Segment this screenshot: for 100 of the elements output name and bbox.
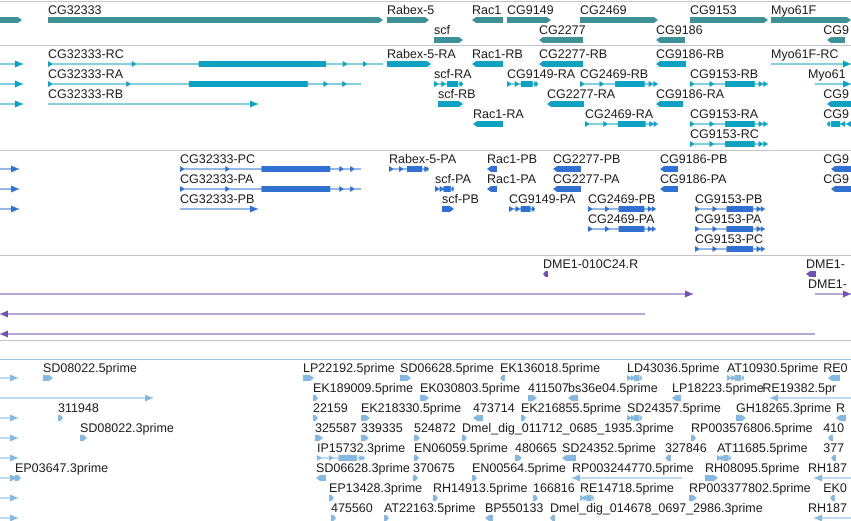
feature-label: 22159 [313, 401, 348, 415]
feature-label: Rac1-PB [487, 152, 538, 166]
feature-label: 377 [823, 441, 844, 455]
feature-label: RH08095.5prime [705, 461, 800, 475]
feature-label: 325587 [315, 421, 357, 435]
feature-label: AT22163.5prime [384, 501, 476, 515]
feature-label: CG9153-PC [695, 232, 764, 246]
feature-label: CG2277 [539, 23, 586, 37]
feature-label: EP03647.3prime [15, 461, 108, 475]
feature-label: RP003244770.5prime [572, 461, 694, 475]
feature-label: 524872 [414, 421, 456, 435]
feature-label: CG9149 [507, 3, 554, 17]
feature-label: AT11685.5prime [717, 441, 808, 455]
feature-label: R [836, 401, 846, 415]
feature-label: CG9153-RA [690, 107, 758, 121]
feature-label: RH187 [808, 461, 847, 475]
feature-label: RE0 [823, 361, 848, 375]
feature-label: LP22192.5prime [303, 361, 395, 375]
feature-label: CG9 [823, 107, 849, 121]
feature-label: CG2277-PB [553, 152, 620, 166]
feature-label: CG9186-RB [656, 47, 724, 61]
feature-label: CG32333-RA [48, 67, 124, 81]
feature-label: 411507 [528, 381, 569, 395]
feature-label: SD08022.5prime [43, 361, 137, 375]
feature-label: CG2469-RA [585, 107, 654, 121]
feature-label: 339335 [361, 421, 403, 435]
feature-label: CG9153 [690, 3, 737, 17]
feature-label: Rabex-5-RA [387, 47, 456, 61]
feature-label: CG32333-PA [180, 172, 254, 186]
feature-label: CG2469-PA [588, 212, 654, 226]
feature-label: 410 [823, 421, 844, 435]
feature-label: EK030803.5prime [420, 381, 520, 395]
feature-label: scf-PA [435, 172, 471, 186]
feature-label: CG9186-RA [656, 87, 724, 101]
feature-label: CG9186 [656, 23, 703, 37]
feature-label: CG9153-PA [695, 212, 762, 226]
feature-label: Rabex-5 [387, 3, 434, 17]
feature-label: SD24352.5prime [562, 441, 656, 455]
feature-label: IP15732.3prime [317, 441, 406, 455]
feature-label: EK136018.5prime [500, 361, 600, 375]
feature-label: CG9 [823, 87, 849, 101]
feature-label: DME1- [808, 277, 847, 291]
feature-label: 473714 [473, 401, 515, 415]
feature-label: SD24357.5prime [627, 401, 721, 415]
feature-label: CG2469-RB [580, 67, 648, 81]
feature-label: CG2277-PA [553, 172, 620, 186]
feature-label: LP18223.5prime [672, 381, 764, 395]
feature-label: CG9 [823, 152, 849, 166]
feature-label: EK189009.5prime [313, 381, 414, 395]
feature-label: 480665 [515, 441, 557, 455]
feature-label: Rac1-RB [472, 47, 523, 61]
feature-label: Dmel_dig_011712_0685_1935.3prime [462, 421, 674, 435]
feature-label: Rac1-RA [473, 107, 524, 121]
feature-label: CG9149-RA [507, 67, 576, 81]
feature-label: CG32333 [48, 3, 102, 17]
feature-label: LD43036.5prime [627, 361, 720, 375]
feature-label: SD06628.5prime [400, 361, 494, 375]
feature-label: EK0 [823, 481, 847, 495]
feature-label: SD06628.3prime [316, 461, 410, 475]
feature-label: CG2277-RA [547, 87, 616, 101]
feature-label: Rabex-5-PA [389, 152, 456, 166]
feature-label: CG32333-PB [180, 192, 254, 206]
feature-label: scf [434, 23, 450, 37]
feature-label: CG9 [823, 23, 849, 37]
feature-label: 327846 [665, 441, 707, 455]
feature-label: EK218330.5prime [361, 401, 462, 415]
feature-label: DME1- [806, 257, 845, 271]
feature-label: RP003377802.5prime [689, 481, 811, 495]
feature-label: EN06059.5prime [414, 441, 508, 455]
feature-label: RE19382.5pr [762, 381, 836, 395]
feature-label: CG32333-PC [180, 152, 256, 166]
feature-label: GH18265.3prime [736, 401, 832, 415]
feature-label: SD08022.3prime [80, 421, 174, 435]
feature-label: Myo61F [771, 3, 816, 17]
feature-label: CG9153-RB [690, 67, 758, 81]
feature-label: CG9153-RC [690, 127, 759, 141]
feature-label: 475560 [331, 501, 373, 515]
feature-label: CG32333-RB [48, 87, 124, 101]
feature-label: Myo61F-RC [771, 47, 838, 61]
feature-label: RP003576806.5prime [691, 421, 813, 435]
feature-label: Rac1-PA [487, 172, 536, 186]
feature-label: DME1-010C24.R [543, 257, 638, 271]
feature-label: EN00564.5prime [472, 461, 566, 475]
feature-label: CG9 [823, 172, 849, 186]
feature-label: CG2469 [580, 3, 627, 17]
feature-label: CG2277-RB [539, 47, 608, 61]
feature-label: 311948 [58, 401, 99, 415]
feature-label: bs36e04.5prime [568, 381, 658, 395]
feature-label: CG9149-PA [509, 192, 576, 206]
feature-label: 370675 [413, 461, 455, 475]
feature-label: RH187 [808, 501, 847, 515]
feature-label: scf-RA [434, 67, 472, 81]
feature-label: CG32333-RC [48, 47, 124, 61]
feature-label: 166816 [533, 481, 575, 495]
feature-label: AT10930.5prime [727, 361, 818, 375]
feature-label: CG9186-PA [660, 172, 726, 186]
feature-label: Dmel_dig_014678_0697_2986.3prime [550, 501, 763, 515]
feature-label: CG9153-PB [695, 192, 762, 206]
feature-label: scf-RB [438, 87, 476, 101]
feature-label: EP13428.3prime [329, 481, 422, 495]
